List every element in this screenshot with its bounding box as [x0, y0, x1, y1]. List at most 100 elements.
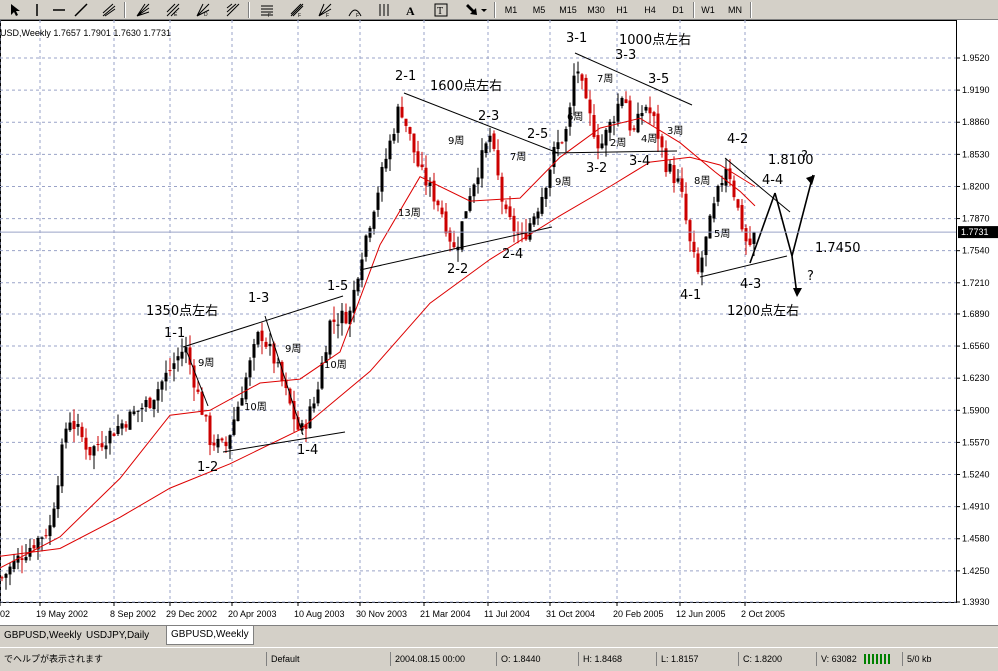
status-profile: Default — [266, 652, 300, 666]
chevron-down-icon[interactable] — [480, 3, 488, 17]
candle-body — [368, 227, 372, 238]
svg-text:F: F — [298, 13, 301, 17]
question-mark-up: ? — [801, 149, 808, 164]
fibonacci-retracement-icon[interactable] — [226, 3, 240, 17]
y-tick-label: 1.5240 — [962, 470, 990, 480]
arrow-icon[interactable] — [464, 3, 478, 17]
wave-label-3-5: 3-5 — [648, 72, 670, 87]
candle-body — [208, 415, 212, 446]
candle-body — [532, 216, 536, 225]
candle-body — [180, 351, 184, 359]
tf-m30[interactable]: M30 — [585, 2, 607, 18]
arrowhead-down — [793, 288, 802, 297]
chart-window[interactable]: 1.9520 1.9190 1.8860 1.8530 1.8200 1.7870 1.75… — [0, 20, 998, 625]
fibonacci-fan-icon[interactable]: D — [196, 3, 210, 17]
candle-body — [708, 215, 712, 239]
wave-label-2-5: 2-5 — [527, 127, 549, 142]
wave-label-3-4: 3-4 — [629, 154, 651, 169]
andrews-pitchfork-icon[interactable] — [102, 3, 116, 17]
candle-body — [476, 177, 480, 185]
candle-body — [396, 106, 400, 133]
candle-body — [268, 343, 272, 347]
tf-m1[interactable]: M1 — [502, 2, 520, 18]
cursor-icon[interactable] — [8, 3, 22, 17]
tab-usdjpy-daily[interactable]: USDJPY,Daily — [82, 628, 153, 644]
svg-text:A: A — [406, 4, 415, 17]
week-count-5: 5周 — [714, 229, 731, 240]
candle-body — [228, 435, 232, 449]
tf-h1[interactable]: H1 — [613, 2, 631, 18]
candle-body — [744, 228, 748, 242]
cycle-lines-icon[interactable] — [378, 3, 392, 17]
candle-body — [156, 389, 160, 401]
candle-body — [452, 242, 456, 248]
week-count-8: 8周 — [694, 176, 711, 187]
tf-w1[interactable]: W1 — [699, 2, 717, 18]
week-count-9-b: 9周 — [285, 344, 302, 355]
candle-body — [164, 372, 168, 382]
candle-body — [600, 143, 604, 149]
candle-body — [700, 257, 704, 273]
tf-mn[interactable]: MN — [725, 2, 745, 18]
status-low: L: 1.8157 — [656, 652, 699, 666]
candle-body — [96, 443, 100, 445]
y-tick-label: 1.8200 — [962, 181, 990, 191]
x-tick-label: 8 Sep 2002 — [110, 609, 156, 619]
candle-body — [380, 166, 384, 192]
tab-gbpusd-weekly-1[interactable]: GBPUSD,Weekly — [0, 628, 86, 644]
x-tick-label: 31 Oct 2004 — [546, 609, 595, 619]
traffic-bars-icon — [860, 652, 904, 666]
fibonacci-arcs-icon[interactable]: F — [318, 3, 332, 17]
week-count-9-d: 9周 — [555, 177, 572, 188]
tf-h4[interactable]: H4 — [641, 2, 659, 18]
status-bar: でヘルプが表示されます Default 2004.08.15 00:00 O: … — [0, 647, 998, 671]
candle-body — [232, 419, 236, 435]
candle-body — [460, 221, 464, 250]
candle-body — [644, 106, 648, 111]
candle-body — [40, 537, 44, 539]
moving-average-slow — [0, 156, 756, 557]
candle-body — [364, 235, 368, 257]
wave-label-3-3: 3-3 — [615, 48, 637, 63]
trendline-icon[interactable] — [74, 3, 88, 17]
candle-body — [316, 389, 320, 404]
gann-fan-icon[interactable] — [136, 3, 150, 17]
level-label-1-7450: 1.7450 — [815, 241, 861, 256]
candle-body — [72, 421, 76, 429]
candle-body — [748, 238, 752, 245]
week-count-13: 13周 — [398, 208, 421, 219]
text-icon[interactable]: A — [404, 3, 418, 17]
candle-body — [172, 363, 176, 369]
tf-m5[interactable]: M5 — [530, 2, 548, 18]
label-icon[interactable]: T — [434, 3, 448, 17]
vertical-line-icon[interactable] — [30, 3, 44, 17]
week-count-9-c: 9周 — [448, 136, 465, 147]
fibonacci-timezones-icon[interactable]: F — [290, 3, 304, 17]
gann-grid-icon[interactable]: E — [166, 3, 180, 17]
svg-text:E: E — [174, 12, 178, 17]
tab-gbpusd-weekly-active[interactable]: GBPUSD,Weekly — [166, 626, 254, 645]
candle-body — [428, 182, 432, 187]
candle-body — [484, 143, 488, 154]
candle-body — [464, 211, 468, 219]
candle-body — [548, 169, 552, 188]
candle-body — [580, 74, 584, 81]
candle-body — [624, 99, 628, 104]
candle-body — [556, 142, 560, 150]
candle-body — [136, 410, 140, 412]
candle-body — [92, 446, 96, 456]
svg-text:D: D — [204, 12, 208, 17]
x-tick-label: 29 Dec 2002 — [166, 609, 217, 619]
tf-d1[interactable]: D1 — [669, 2, 687, 18]
candle-body — [540, 196, 544, 214]
candle-body — [704, 236, 708, 256]
tf-m15[interactable]: M15 — [557, 2, 579, 18]
fibonacci-channel-icon[interactable]: F — [348, 3, 362, 17]
horizontal-line-icon[interactable] — [52, 3, 66, 17]
fibonacci-expansion-icon[interactable]: F — [260, 3, 274, 17]
trendline — [774, 192, 793, 257]
y-tick-label: 1.7870 — [962, 214, 990, 224]
plot-frame — [0, 20, 957, 603]
candle-body — [632, 128, 636, 130]
y-tick-label: 1.6560 — [962, 341, 990, 351]
